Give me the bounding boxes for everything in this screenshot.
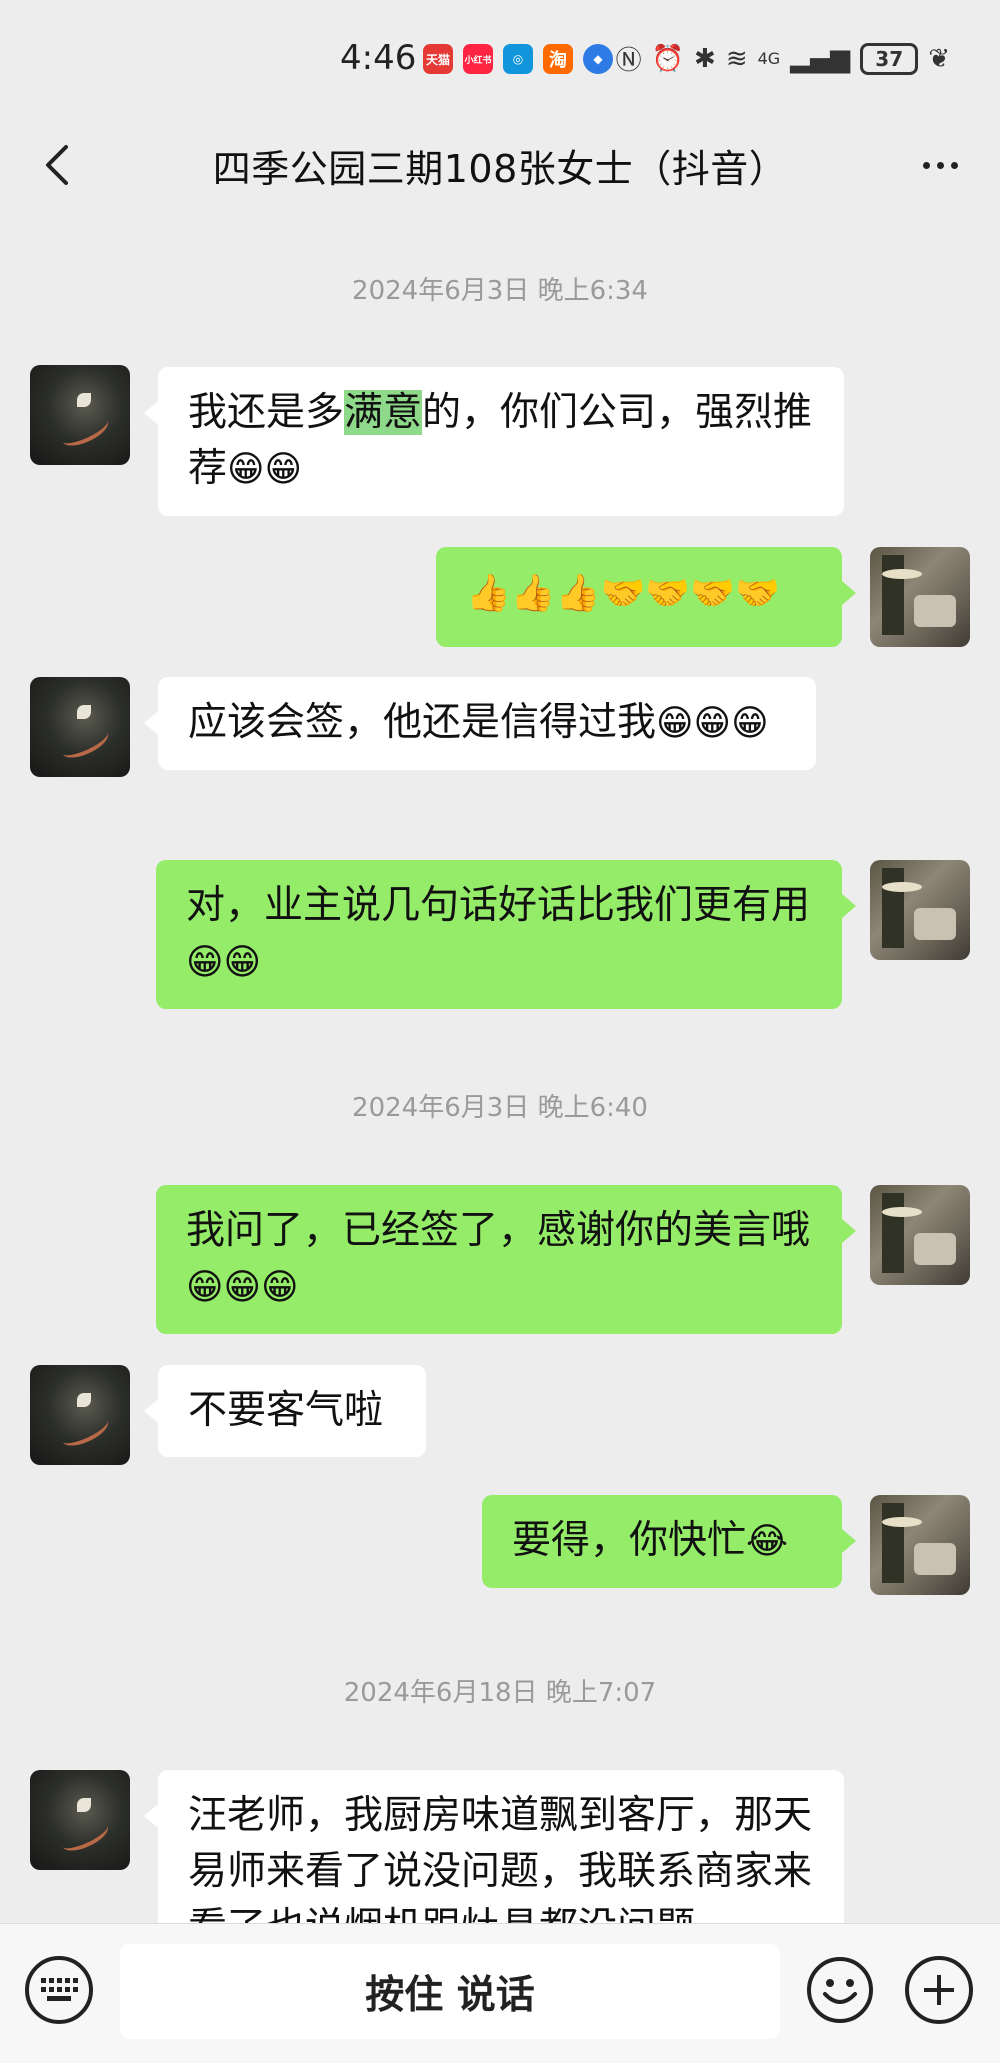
nfc-icon: Ⓝ (615, 46, 642, 76)
self-avatar[interactable] (870, 1185, 970, 1285)
notification-icons: 天猫 小红书 ◎ 淘 ◆ (423, 44, 613, 74)
self-avatar[interactable] (870, 860, 970, 960)
message-bubble-received[interactable]: 应该会签，他还是信得过我😁😁😁 (144, 677, 816, 770)
thumbs-up-handshake-emoji-icon: 👍👍👍🤝🤝🤝🤝 (466, 573, 780, 614)
status-time: 4:46 (340, 38, 417, 78)
contact-avatar[interactable] (30, 365, 130, 465)
message-text: 要得，你快忙 (512, 1518, 747, 1563)
contact-avatar[interactable] (30, 1365, 130, 1465)
tmall-app-icon: 天猫 (423, 44, 453, 74)
status-bar: 4:46 天猫 小红书 ◎ 淘 ◆ Ⓝ ⏰ ✱ ≋ 4G ▂▄▆ 37 ❦ (0, 0, 1000, 110)
contact-avatar[interactable] (30, 677, 130, 777)
message-text: 汪老师，我厨房味道飘到客厅，那天易师来看了说没问题，我联系商家来看了也说烟机跟灶… (188, 1793, 813, 1923)
hold-to-talk-button[interactable]: 按住 说话 (120, 1944, 780, 2039)
battery-level: 37 (860, 42, 919, 75)
system-status: Ⓝ ⏰ ✱ ≋ 4G ▂▄▆ 37 ❦ (616, 40, 950, 77)
message-bubble-sent[interactable]: 👍👍👍🤝🤝🤝🤝 (436, 547, 856, 647)
alarm-icon: ⏰ (651, 43, 685, 74)
message-text: 我还是多 (188, 390, 345, 435)
grin-emoji-icon: 😁😁 (227, 449, 303, 490)
message-timestamp: 2024年6月3日 晚上6:34 (352, 276, 648, 306)
grin-emoji-icon: 😁😁 (186, 942, 262, 983)
chat-messages[interactable]: 2024年6月3日 晚上6:34 我还是多满意的，你们公司，强烈推荐😁😁 👍👍👍… (0, 225, 1000, 1923)
emoji-button[interactable] (806, 1956, 874, 2024)
message-bubble-sent[interactable]: 对，业主说几句话好话比我们更有用 😁😁 (156, 860, 856, 1009)
message-text: 应该会签，他还是信得过我 (188, 700, 657, 745)
taobao-app-icon: 淘 (543, 44, 573, 74)
message-timestamp: 2024年6月18日 晚上7:07 (343, 1678, 657, 1708)
message-bubble-sent[interactable]: 我问了，已经签了，感谢你的美言哦 😁😁😁 (156, 1185, 856, 1334)
message-timestamp: 2024年6月3日 晚上6:40 (352, 1093, 648, 1123)
more-options-button[interactable] (910, 140, 970, 190)
grin-emoji-icon: 😁😁😁 (656, 703, 769, 744)
laughing-emoji-icon: 😂 (746, 1521, 789, 1562)
input-bar: 按住 说话 (0, 1923, 1000, 2063)
leaf-icon: ❦ (928, 43, 950, 74)
contact-avatar[interactable] (30, 1770, 130, 1870)
bluetooth-icon: ✱ (694, 43, 716, 74)
chat-title: 四季公园三期108张女士（抖音） (212, 147, 788, 191)
wifi-icon: ≋ (725, 43, 748, 74)
more-functions-button[interactable] (905, 1956, 973, 2024)
self-avatar[interactable] (870, 547, 970, 647)
message-bubble-received[interactable]: 不要客气啦 (144, 1365, 426, 1457)
network-type: 4G (757, 49, 781, 68)
highlighted-text: 满意 (344, 390, 423, 435)
smiley-icon (807, 1957, 873, 2023)
redbook-app-icon: 小红书 (463, 44, 493, 74)
alipay-app-icon: ◎ (503, 44, 533, 74)
dot-icon (936, 161, 944, 169)
message-bubble-received[interactable]: 我还是多满意的，你们公司，强烈推荐😁😁 (144, 367, 844, 516)
keyboard-icon (41, 1978, 78, 2001)
browser-app-icon: ◆ (583, 44, 613, 74)
message-text: 不要客气啦 (188, 1388, 384, 1433)
message-bubble-received[interactable]: 汪老师，我厨房味道飘到客厅，那天易师来看了说没问题，我联系商家来看了也说烟机跟灶… (144, 1770, 844, 1923)
dot-icon (950, 161, 958, 169)
message-text: 对，业主说几句话好话比我们更有用 (186, 883, 811, 928)
signal-icon: ▂▄▆ (790, 43, 851, 74)
message-bubble-sent[interactable]: 要得，你快忙😂 (482, 1495, 856, 1588)
keyboard-toggle-button[interactable] (25, 1956, 93, 2024)
self-avatar[interactable] (870, 1495, 970, 1595)
message-text: 我问了，已经签了，感谢你的美言哦 (186, 1208, 811, 1253)
dot-icon (922, 161, 930, 169)
grin-emoji-icon: 😁😁😁 (186, 1267, 299, 1308)
chat-header: 四季公园三期108张女士（抖音） (0, 110, 1000, 225)
